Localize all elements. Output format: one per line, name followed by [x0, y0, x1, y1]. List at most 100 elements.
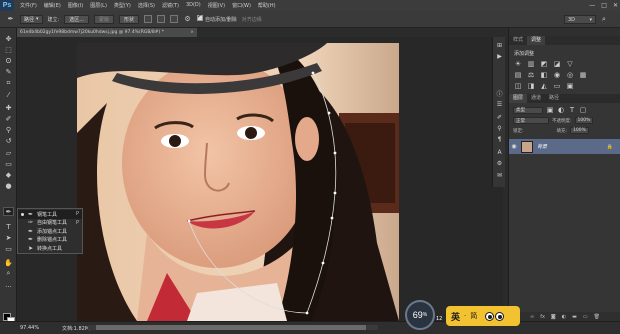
- tool-presets-icon[interactable]: ⚙: [495, 159, 504, 167]
- healing-brush-tool-icon[interactable]: ✚: [3, 103, 14, 112]
- more-tools-icon[interactable]: ···: [3, 282, 14, 291]
- brush-presets-icon[interactable]: ✐: [495, 113, 504, 121]
- menu-type[interactable]: 类型(Y): [114, 2, 131, 9]
- menu-edit[interactable]: 编辑(E): [44, 2, 61, 9]
- tab-adjustments[interactable]: 调整: [527, 36, 546, 45]
- hand-tool-icon[interactable]: ✋: [3, 258, 14, 267]
- filter-type-icon[interactable]: T: [568, 106, 576, 114]
- align-edges-checkbox[interactable]: 对齐边缘: [242, 16, 262, 23]
- tab-paths[interactable]: 路径: [545, 94, 563, 103]
- notes-icon[interactable]: ✉: [495, 171, 504, 179]
- brush-tool-icon[interactable]: ✐: [3, 114, 14, 123]
- hue-saturation-icon[interactable]: ▤: [514, 71, 522, 79]
- invert-icon[interactable]: ◫: [514, 82, 522, 90]
- filter-adjustment-icon[interactable]: ◐: [557, 106, 565, 114]
- flyout-item-freeform-pen[interactable]: ✑ 自由钢笔工具 P: [18, 219, 82, 228]
- menu-view[interactable]: 视图(V): [208, 2, 225, 9]
- properties-icon[interactable]: ☰: [495, 100, 504, 108]
- new-adjustment-icon[interactable]: ◐: [562, 314, 566, 320]
- document-tab[interactable]: 61e4b4b02gy1fe98bdmw7j20ku0hdwsj.jpg @ 9…: [17, 28, 197, 37]
- fill-input[interactable]: 100%: [570, 127, 589, 134]
- clone-stamp-tool-icon[interactable]: ⚲: [3, 125, 14, 134]
- menu-image[interactable]: 图像(I): [68, 2, 83, 9]
- eye-icon[interactable]: ◉: [509, 143, 519, 150]
- search-icon[interactable]: ⌕: [602, 15, 612, 24]
- exposure-icon[interactable]: ◪: [553, 60, 561, 68]
- crop-tool-icon[interactable]: ⌗: [3, 79, 14, 88]
- tab-channels[interactable]: 通道: [527, 94, 545, 103]
- horizontal-scrollbar-thumb[interactable]: [96, 325, 366, 330]
- gradient-tool-icon[interactable]: ▭: [3, 159, 14, 168]
- close-icon[interactable]: ×: [190, 30, 194, 35]
- canvas-image[interactable]: [77, 43, 399, 321]
- minimize-button[interactable]: —: [589, 1, 595, 10]
- history-brush-tool-icon[interactable]: ↺: [3, 136, 14, 145]
- curves-icon[interactable]: ◩: [540, 60, 548, 68]
- flyout-item-pen[interactable]: ✒ 钢笔工具 P: [18, 210, 82, 219]
- blend-mode-dropdown[interactable]: 正常: [513, 117, 549, 124]
- path-alignment-icon[interactable]: [157, 15, 166, 23]
- path-operations-icon[interactable]: [144, 15, 153, 23]
- photo-filter-icon[interactable]: ◉: [553, 71, 561, 79]
- cpu-usage-widget[interactable]: 69%: [405, 300, 435, 330]
- menu-layer[interactable]: 图层(L): [90, 2, 107, 9]
- pen-mode-dropdown[interactable]: 路径 ▾: [20, 14, 43, 24]
- input-method-bar[interactable]: 英 · 简: [446, 306, 520, 326]
- type-tool-icon[interactable]: T: [3, 222, 14, 231]
- dodge-tool-icon[interactable]: ●: [3, 181, 14, 190]
- add-mask-icon[interactable]: ◙: [551, 314, 556, 320]
- eraser-tool-icon[interactable]: ▱: [3, 148, 14, 157]
- maximize-button[interactable]: □: [601, 1, 607, 10]
- menu-filter[interactable]: 滤镜(T): [162, 2, 179, 9]
- black-white-icon[interactable]: ◧: [540, 71, 548, 79]
- path-select-tool-icon[interactable]: ➤: [3, 233, 14, 242]
- layer-style-icon[interactable]: fx: [540, 314, 545, 320]
- tab-layers[interactable]: 图层: [509, 94, 528, 103]
- filter-pixel-icon[interactable]: ▣: [546, 106, 554, 114]
- actions-icon[interactable]: ▶: [495, 52, 504, 60]
- filter-shape-icon[interactable]: ▢: [579, 106, 587, 114]
- history-icon[interactable]: ⊞: [495, 41, 504, 49]
- new-layer-icon[interactable]: ▭: [583, 314, 588, 320]
- path-arrangement-icon[interactable]: [170, 15, 179, 23]
- workspace-dropdown[interactable]: 3D ▾: [564, 15, 596, 24]
- vibrance-icon[interactable]: ▽: [566, 60, 574, 68]
- zoom-level[interactable]: 97.44%: [20, 325, 39, 331]
- menu-3d[interactable]: 3D(D): [186, 2, 201, 9]
- menu-select[interactable]: 选择(S): [138, 2, 155, 9]
- clone-source-icon[interactable]: ⚲: [495, 124, 504, 132]
- gradient-map-icon[interactable]: ▭: [553, 82, 561, 90]
- menu-window[interactable]: 窗口(W): [232, 2, 251, 9]
- auto-add-delete-checkbox[interactable]: 自动添加/删除: [197, 13, 237, 23]
- ime-mascot-icon[interactable]: [485, 311, 505, 321]
- rectangle-tool-icon[interactable]: ▭: [3, 244, 14, 253]
- layer-kind-dropdown[interactable]: 类型: [513, 106, 543, 114]
- trash-icon[interactable]: 🗑: [594, 314, 600, 320]
- menu-file[interactable]: 文件(F): [20, 2, 37, 9]
- channel-mixer-icon[interactable]: ◎: [566, 71, 574, 79]
- ime-simplified-icon[interactable]: 简: [470, 311, 477, 321]
- eyedropper-tool-icon[interactable]: ⁄: [3, 90, 14, 99]
- ime-punctuation-icon[interactable]: ·: [464, 312, 466, 320]
- new-group-icon[interactable]: ▬: [572, 314, 577, 320]
- opacity-input[interactable]: 100%: [574, 117, 594, 124]
- close-window-button[interactable]: ✕: [613, 1, 618, 10]
- flyout-item-add-anchor[interactable]: ✒ 添加锚点工具: [18, 227, 82, 236]
- pen-tool-preset-icon[interactable]: ✒: [6, 15, 15, 24]
- ime-language-toggle[interactable]: 英: [451, 310, 460, 323]
- link-layers-icon[interactable]: ∞: [530, 314, 534, 320]
- make-shape-button[interactable]: 形状: [119, 14, 140, 24]
- pen-tool-icon[interactable]: ✒: [3, 207, 14, 216]
- menu-help[interactable]: 帮助(H): [258, 2, 276, 9]
- info-icon[interactable]: ⓘ: [495, 89, 504, 98]
- move-tool-icon[interactable]: ✥: [3, 34, 14, 43]
- levels-icon[interactable]: ▥: [527, 60, 535, 68]
- canvas-workspace[interactable]: [17, 37, 503, 321]
- layer-row-background[interactable]: ◉ 背景 🔒: [509, 139, 620, 154]
- threshold-icon[interactable]: ◭: [540, 82, 548, 90]
- paragraph-icon[interactable]: ¶: [495, 135, 504, 143]
- character-icon[interactable]: A: [495, 148, 504, 156]
- selective-color-icon[interactable]: ▣: [566, 82, 574, 90]
- brightness-icon[interactable]: ☀: [514, 60, 522, 68]
- gear-icon[interactable]: ⚙: [183, 15, 192, 24]
